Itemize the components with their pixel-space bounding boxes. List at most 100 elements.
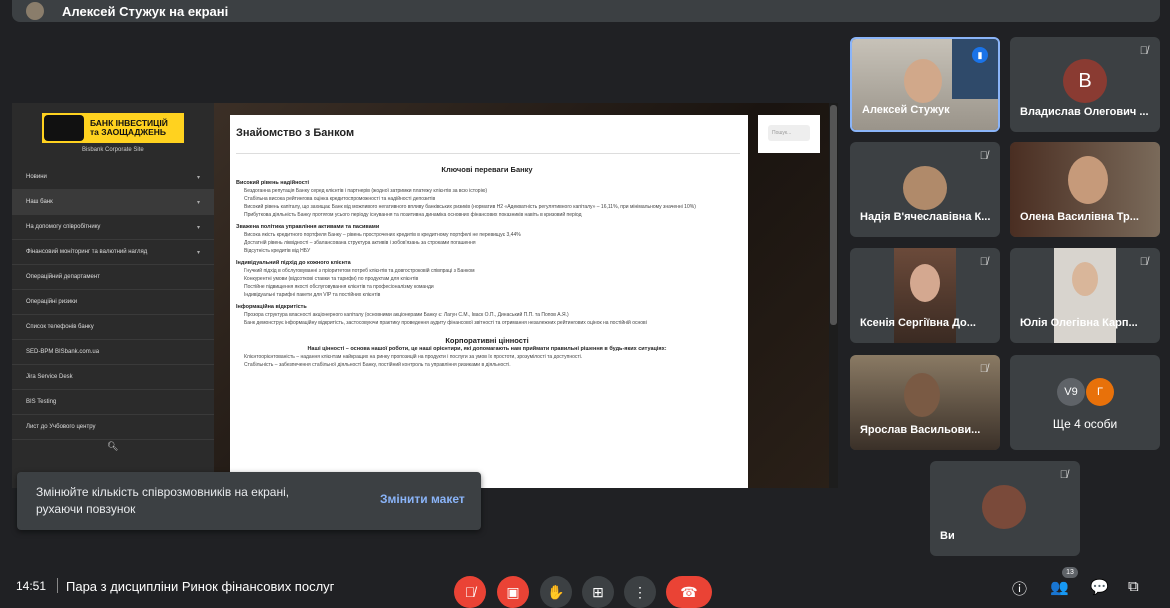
bullet-item: Банк демонструє інформаційну відкритість… <box>244 320 647 326</box>
search-icon[interactable]: 🔍︎ <box>107 441 118 452</box>
logo-mark-icon <box>44 115 84 141</box>
avatar: V9 <box>1057 378 1085 406</box>
bottom-bar: 14:51 Пара з дисципліни Ринок фінансових… <box>0 572 1170 608</box>
subsection-title: Високий рівень надійності <box>236 180 309 186</box>
participant-face <box>1072 262 1098 296</box>
menu-item[interactable]: Новини ▾ <box>12 165 214 190</box>
section-heading: Ключові переваги Банку <box>441 165 533 174</box>
more-vert-icon: ⋮ <box>633 583 647 600</box>
mic-toggle-button[interactable]: 🎙̸ <box>454 576 486 608</box>
activities-icon[interactable]: ⧉ <box>1128 578 1139 595</box>
divider <box>57 578 58 593</box>
meeting-time: 14:51 <box>16 579 47 593</box>
bullet-item: Відсутність кредитів від НБУ <box>244 248 311 254</box>
participant-face <box>904 59 942 103</box>
presenter-title: Алексей Стужук на екрані <box>62 3 229 19</box>
mic-off-icon: 🎙̸ <box>979 256 988 268</box>
hand-icon: ✋ <box>547 583 565 600</box>
corporate-site-label: Bisbank Corporate Site <box>82 147 144 153</box>
participant-name: Юлія Олегівна Карп... <box>1020 317 1138 329</box>
participant-name: Ви <box>940 530 955 542</box>
chevron-down-icon: ▾ <box>196 174 200 181</box>
layout-toast: Змінюйте кількість співрозмовників на ек… <box>17 472 481 530</box>
menu-item[interactable]: BIS Testing <box>12 390 214 415</box>
participant-tile[interactable]: 🎙̸ Юлія Олегівна Карп... <box>1010 248 1160 343</box>
bullet-item: Конкурентні умови (відсоткові ставки та … <box>244 276 419 282</box>
bullet-item: Високий рівень капіталу, що захищає Банк… <box>244 204 696 210</box>
page-scrollbar[interactable] <box>829 103 838 488</box>
participant-tile[interactable]: ▮ Алексей Стужук <box>850 37 1000 132</box>
presenter-bar: Алексей Стужук на екрані <box>12 0 1160 22</box>
chevron-down-icon: ▾ <box>196 224 200 231</box>
scrollbar-thumb[interactable] <box>830 105 837 325</box>
menu-item[interactable]: Операційний департамент <box>12 265 214 290</box>
toast-message: Змінюйте кількість співрозмовників на ек… <box>36 485 290 516</box>
present-button[interactable]: ⊞ <box>582 576 614 608</box>
self-tile[interactable]: 🎙̸ Ви <box>930 461 1080 556</box>
camera-toggle-button[interactable]: ▣ <box>497 576 529 608</box>
participant-name: Ярослав Васильови... <box>860 424 981 436</box>
more-participants-label: Ще 4 особи <box>1052 417 1118 431</box>
values-intro: Наші цінності – основа нашої роботи, це … <box>307 346 667 352</box>
mic-off-icon: 🎙̸ <box>979 150 988 162</box>
site-sidebar: БАНК ІНВЕСТИЦІЙ та ЗАОЩАДЖЕНЬ Bisbank Co… <box>12 103 214 488</box>
bullet-item: Прибуткова діяльність Банку протягом усь… <box>244 212 582 218</box>
participant-tile[interactable]: 🎙̸ В Владислав Олегович ... <box>1010 37 1160 132</box>
chat-icon[interactable]: 💬 <box>1090 578 1109 596</box>
bullet-item: Індивідуальні тарифні пакети для VIP та … <box>244 292 381 298</box>
leave-call-button[interactable]: ☎ <box>666 576 712 608</box>
title-divider <box>236 153 740 154</box>
speaking-indicator-icon: ▮ <box>972 47 988 63</box>
subsection-title: Індивідуальний підхід до кожного клієнта <box>236 260 351 266</box>
mic-off-icon: 🎙̸ <box>979 363 988 375</box>
avatar: В <box>1063 59 1107 103</box>
menu-item[interactable]: На допомогу співробітнику ▾ <box>12 215 214 240</box>
menu-item[interactable]: Jira Service Desk <box>12 365 214 390</box>
hangup-icon: ☎ <box>680 583 698 600</box>
avatar <box>982 485 1026 529</box>
avatar: Г <box>1086 378 1114 406</box>
menu-item[interactable]: Операційні ризики <box>12 290 214 315</box>
participant-face <box>910 264 940 302</box>
meeting-title: Пара з дисципліни Ринок фінансових послу… <box>66 579 335 594</box>
chevron-down-icon: ▾ <box>196 249 200 256</box>
participant-face <box>1068 156 1108 204</box>
participant-name: Олена Василівна Тр... <box>1020 211 1139 223</box>
people-count-badge: 13 <box>1062 567 1078 578</box>
participant-tile[interactable]: 🎙̸ Ярослав Васильови... <box>850 355 1000 450</box>
more-participants-tile[interactable]: V9 Г Ще 4 особи <box>1010 355 1160 450</box>
change-layout-button[interactable]: Змінити макет <box>380 492 465 506</box>
people-icon[interactable]: 👥 <box>1050 578 1069 596</box>
chevron-down-icon: ▾ <box>196 199 200 206</box>
bullet-item: Постійне підвищення якості обслуговуванн… <box>244 284 434 290</box>
menu-item[interactable]: Лист до Учбового центру <box>12 415 214 440</box>
participant-name: Надія В'ячеславівна К... <box>860 211 991 223</box>
mic-off-icon: 🎙̸ <box>1139 256 1148 268</box>
participant-tile[interactable]: 🎙̸ Надія В'ячеславівна К... <box>850 142 1000 237</box>
section-heading: Корпоративні цінності <box>445 336 529 345</box>
bullet-item: Стабільна висока рейтингова оцінка креди… <box>244 196 436 202</box>
shared-screen[interactable]: БАНК ІНВЕСТИЦІЙ та ЗАОЩАДЖЕНЬ Bisbank Co… <box>12 103 838 488</box>
subsection-title: Інформаційна відкритість <box>236 304 307 310</box>
present-screen-icon: ⊞ <box>592 583 604 600</box>
site-menu: Новини ▾ Наш банк ▾ На допомогу співробітн… <box>12 165 214 440</box>
participant-face <box>904 373 940 417</box>
site-search: Пошук... <box>758 115 820 153</box>
raise-hand-button[interactable]: ✋ <box>540 576 572 608</box>
participant-tile[interactable]: 🎙̸ Ксенія Сергіївна До... <box>850 248 1000 343</box>
menu-item[interactable]: SED-BPM BISbank.com.ua <box>12 340 214 365</box>
search-input[interactable]: Пошук... <box>768 125 810 141</box>
menu-item[interactable]: Наш банк ▾ <box>12 190 214 215</box>
camera-off-icon: ▣ <box>506 583 520 600</box>
presenter-avatar <box>26 2 44 20</box>
mic-off-icon: 🎙̸ <box>1139 45 1148 57</box>
bullet-item: Клієнтоорієнтованість – надання клієнтам… <box>244 354 583 360</box>
info-icon[interactable]: ⓘ <box>1012 578 1027 599</box>
menu-item[interactable]: Список телефонів банку <box>12 315 214 340</box>
participant-tile[interactable]: Олена Василівна Тр... <box>1010 142 1160 237</box>
mic-off-icon: 🎙̸ <box>464 584 476 600</box>
more-options-button[interactable]: ⋮ <box>624 576 656 608</box>
menu-item[interactable]: Фінансовий моніторинг та валютний нагляд… <box>12 240 214 265</box>
avatar <box>903 166 947 210</box>
mic-off-icon: 🎙̸ <box>1059 469 1068 481</box>
